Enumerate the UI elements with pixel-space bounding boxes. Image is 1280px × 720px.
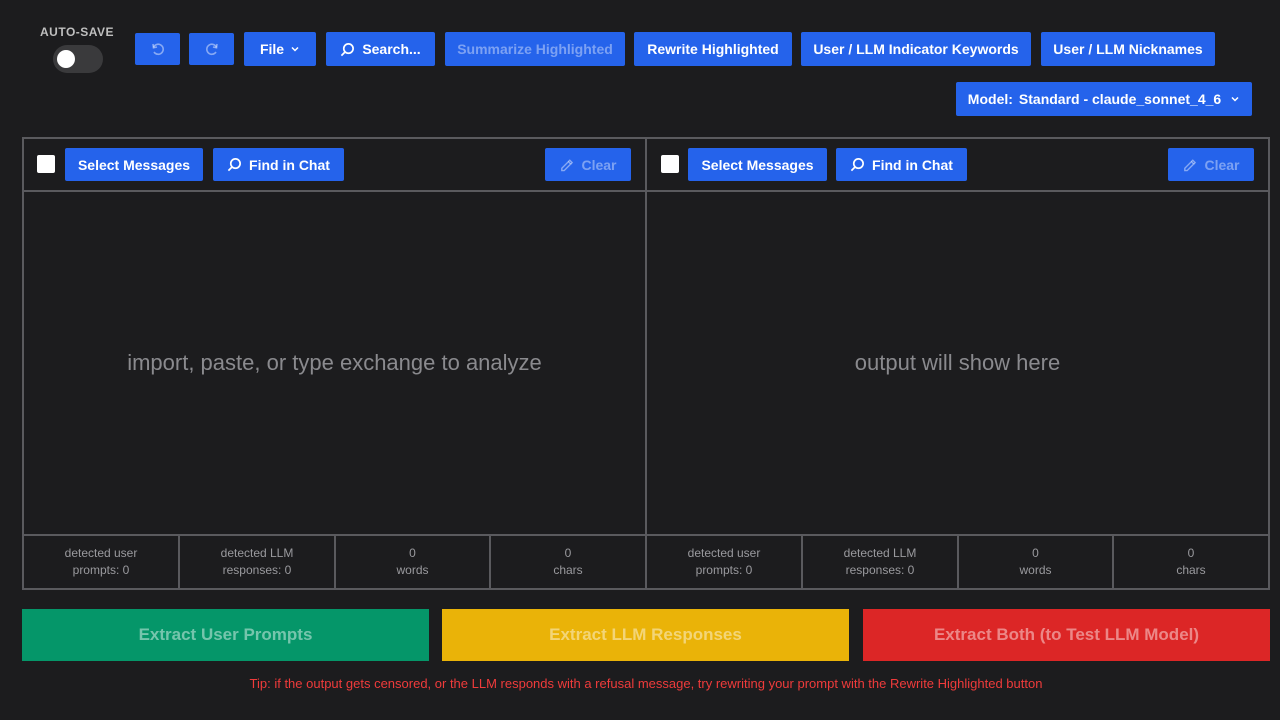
indicator-keywords-label: User / LLM Indicator Keywords [813,41,1019,57]
stat-line: prompts: 0 [695,563,753,577]
autosave-toggle-knob[interactable] [57,50,75,68]
input-stat-user-prompts: detected user prompts: 0 [24,545,178,579]
extract-llm-responses-label: Extract LLM Responses [549,625,742,644]
tip-text: Tip: if the output gets censored, or the… [249,676,1043,691]
stat-line: detected LLM [220,546,294,560]
autosave-label: AUTO-SAVE [40,25,115,39]
input-stat-chars: 0 chars [491,545,645,579]
summarize-highlighted-button[interactable]: Summarize Highlighted [445,32,625,66]
file-menu-label: File [259,41,285,57]
stat-line: detected user [64,546,138,560]
indicator-keywords-button[interactable]: User / LLM Indicator Keywords [801,32,1031,66]
input-stat-words: 0 words [336,545,489,579]
search-icon [850,158,865,172]
stat-line: 0 [1032,546,1039,560]
extract-llm-responses-button[interactable]: Extract LLM Responses [442,609,849,661]
input-clear-button[interactable]: Clear [545,148,631,181]
chevron-down-icon [291,46,299,52]
output-stat-llm-responses: detected LLM responses: 0 [803,545,957,579]
output-stat-chars: 0 chars [1114,545,1268,579]
model-select[interactable]: Model: Standard - claude_sonnet_4_6 [956,82,1252,116]
output-select-all-checkbox[interactable] [661,155,679,173]
extract-user-prompts-button[interactable]: Extract User Prompts [22,609,429,661]
file-menu-button[interactable]: File [244,32,316,66]
stat-line: 0 [409,546,416,560]
input-find-in-chat-button[interactable]: Find in Chat [213,148,344,181]
stat-line: chars [553,563,583,577]
search-icon [341,42,355,56]
extract-both-button[interactable]: Extract Both (to Test LLM Model) [863,609,1270,661]
select-messages-label: Select Messages [701,156,814,173]
output-find-in-chat-button[interactable]: Find in Chat [836,148,967,181]
stat-line: chars [1176,563,1206,577]
nicknames-button[interactable]: User / LLM Nicknames [1041,32,1215,66]
output-clear-button[interactable]: Clear [1168,148,1254,181]
input-placeholder: import, paste, or type exchange to analy… [127,350,542,375]
undo-button[interactable] [135,33,180,65]
stat-line: words [1019,563,1052,577]
stat-line: prompts: 0 [72,563,130,577]
eraser-icon [1184,159,1197,172]
output-placeholder: output will show here [854,350,1061,375]
stat-line: 0 [564,546,572,560]
find-in-chat-label: Find in Chat [872,156,953,173]
search-label: Search... [362,41,421,57]
model-value: Standard - claude_sonnet_4_6 [1018,91,1222,107]
chevron-down-icon [1231,96,1239,102]
find-in-chat-label: Find in Chat [249,156,330,173]
input-stat-llm-responses: detected LLM responses: 0 [180,545,334,579]
output-stat-user-prompts: detected user prompts: 0 [647,545,801,579]
redo-icon [205,43,218,56]
stat-line: responses: 0 [845,563,915,577]
clear-label: Clear [581,156,617,173]
input-select-messages-button[interactable]: Select Messages [65,148,203,181]
extract-both-label: Extract Both (to Test LLM Model) [933,625,1200,644]
clear-label: Clear [1204,156,1240,173]
extract-user-prompts-label: Extract User Prompts [138,625,313,644]
stat-line: 0 [1187,546,1195,560]
output-stat-words: 0 words [959,545,1112,579]
rewrite-highlighted-button[interactable]: Rewrite Highlighted [634,32,792,66]
search-button[interactable]: Search... [326,32,435,66]
stat-line: words [396,563,429,577]
model-label: Model: [967,91,1013,107]
rewrite-highlighted-label: Rewrite Highlighted [647,41,779,57]
output-select-messages-button[interactable]: Select Messages [688,148,827,181]
eraser-icon [561,159,574,172]
undo-icon [151,43,164,56]
stat-line: responses: 0 [222,563,292,577]
input-select-all-checkbox[interactable] [37,155,55,173]
nicknames-label: User / LLM Nicknames [1053,41,1203,57]
summarize-highlighted-label: Summarize Highlighted [457,41,613,57]
search-icon [227,158,242,172]
select-messages-label: Select Messages [77,156,191,173]
redo-button[interactable] [189,33,234,65]
stat-line: detected user [687,546,761,560]
stat-line: detected LLM [843,546,917,560]
